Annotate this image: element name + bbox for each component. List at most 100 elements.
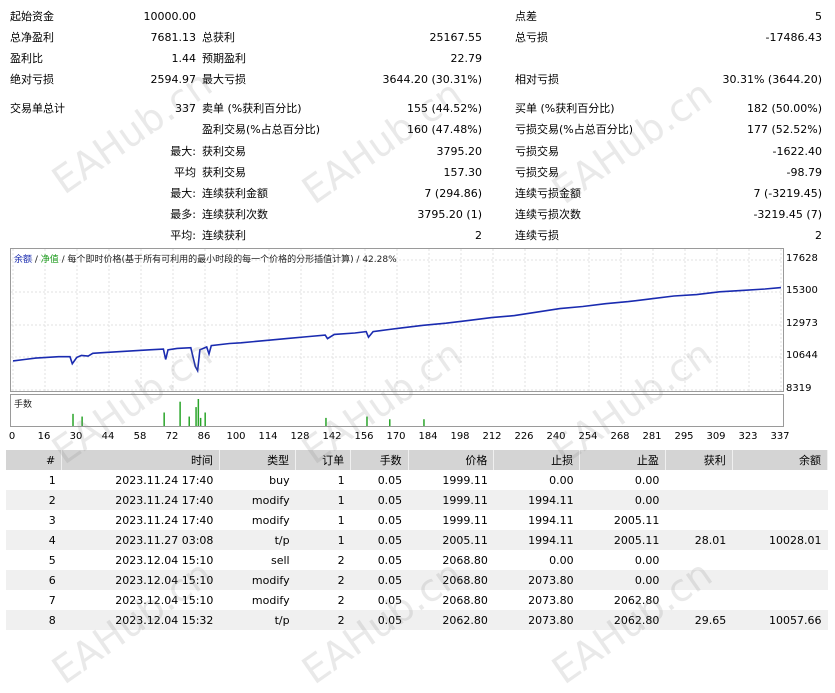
stat-value: 177 (52.52%) (746, 123, 822, 136)
table-row[interactable]: 6 2023.12.04 15:10 modify 2 0.05 2068.80 2073.… (6, 570, 828, 590)
stat-prefix: 最大: (170, 145, 196, 158)
stat-value: -1622.40 (772, 145, 822, 158)
table-cell: 2023.12.04 15:10 (115, 593, 214, 607)
stat-label: 连续亏损次数 (515, 208, 581, 221)
x-tick-label: 142 (322, 431, 342, 442)
stat-value: 2 (815, 229, 822, 242)
table-cell (665, 470, 732, 490)
column-header[interactable]: # (6, 450, 63, 470)
stat-value: 30.31% (3644.20) (722, 73, 822, 86)
stat-value: 7 (294.86) (424, 187, 482, 200)
volume-bar (423, 419, 425, 426)
x-tick-label: 337 (770, 431, 790, 442)
table-cell: 0.05 (350, 610, 409, 630)
column-header[interactable]: 价格 (408, 450, 495, 470)
stat-label: 买单 (%获利百分比) (515, 102, 615, 115)
x-tick-label: 86 (197, 431, 211, 442)
table-cell (732, 570, 828, 590)
table-cell: modify (251, 513, 290, 527)
x-tick-label: 226 (514, 431, 534, 442)
stat-value: -98.79 (786, 166, 822, 179)
table-row[interactable]: 7 2023.12.04 15:10 modify 2 0.05 2068.80 2073.… (6, 590, 828, 610)
table-cell: t/p (219, 530, 296, 550)
stat-label: 连续获利次数 (202, 208, 268, 221)
table-row[interactable]: 4 2023.11.27 03:08 t/p 1 0.05 2005.11 1994.11 2… (6, 530, 828, 550)
table-cell: 0.05 (350, 530, 409, 550)
stat-label: 总获利 (202, 31, 235, 44)
table-cell (732, 590, 827, 610)
table-cell: 2068.80 (442, 593, 488, 607)
volume-bar (188, 416, 190, 426)
table-cell: 2073.80 (493, 610, 580, 630)
table-cell: 2 (337, 553, 345, 567)
stat-value: 3795.20 (436, 145, 483, 158)
x-tick-label: 212 (482, 431, 502, 442)
column-header[interactable]: 止损 (493, 450, 581, 470)
legend-sep: / (32, 255, 41, 265)
stat-value: 337 (175, 102, 196, 115)
x-tick-label: 114 (258, 431, 278, 442)
table-row[interactable]: 3 2023.11.24 17:40 modify 1 0.05 1999.11 1994.… (6, 510, 828, 530)
x-tick-label: 170 (386, 431, 406, 442)
table-cell: 1999.11 (408, 490, 494, 510)
column-header[interactable]: 手数 (350, 450, 409, 470)
table-cell (732, 490, 828, 510)
volume-bar (389, 419, 391, 426)
stat-value: 182 (50.00%) (746, 102, 822, 115)
stat-label: 相对亏损 (515, 73, 559, 86)
column-header[interactable]: 时间 (61, 450, 220, 470)
stat-label: 起始资金 (10, 10, 54, 23)
column-header[interactable]: 余额 (732, 450, 829, 470)
volume-bar (325, 417, 327, 426)
table-cell: 0.05 (377, 553, 403, 567)
table-cell: 8 (6, 610, 62, 630)
summary-stats: 起始资金 10000.00 点差 5 总净盈利 7681.13 总获利 25167.55 总亏损… (0, 0, 835, 245)
table-row[interactable]: 5 2023.12.04 15:10 sell 2 0.05 2068.80 0.00 0.0… (6, 550, 828, 570)
stat-label: 绝对亏损 (10, 73, 54, 86)
stat-label: 亏损交易(%占总百分比) (515, 123, 634, 136)
stat-label: 交易单总计 (10, 102, 65, 115)
table-cell: 1 (48, 473, 56, 487)
table-cell: 10057.66 (732, 610, 828, 630)
balance-chart: 余额 / 净值 / 每个即时价格(基于所有可利用的最小时段的每一个价格的分形插值… (10, 248, 784, 392)
stat-value: 7681.13 (150, 31, 197, 44)
column-header[interactable]: 止盈 (579, 450, 666, 470)
stat-value: 2 (475, 229, 482, 242)
x-tick-label: 240 (546, 431, 566, 442)
x-tick-label: 128 (290, 431, 310, 442)
table-cell (665, 490, 733, 510)
x-tick-label: 268 (610, 431, 630, 442)
x-tick-label: 281 (642, 431, 662, 442)
column-header[interactable]: 类型 (219, 450, 297, 470)
table-row[interactable]: 1 2023.11.24 17:40 buy 1 0.05 1999.11 0.00 0.00 (6, 470, 828, 490)
stat-label: 总亏损 (515, 31, 548, 44)
stat-label: 连续亏损 (515, 229, 559, 242)
volume-bar (366, 416, 368, 426)
table-cell: 0.00 (549, 553, 574, 567)
table-cell: t/p (219, 610, 296, 630)
table-row[interactable]: 2 2023.11.24 17:40 modify 1 0.05 1999.11 1994.… (6, 490, 828, 510)
table-cell: 4 (6, 530, 62, 550)
x-tick-label: 295 (674, 431, 694, 442)
table-cell: modify (251, 593, 290, 607)
table-cell: 0.00 (634, 553, 660, 567)
volume-bar (72, 413, 74, 426)
stat-value: -17486.43 (765, 31, 822, 44)
stat-value: 22.79 (450, 52, 483, 65)
stat-label: 盈利交易(%占总百分比) (202, 123, 321, 136)
stat-value: 10000.00 (143, 10, 197, 23)
stat-label: 卖单 (%获利百分比) (202, 102, 302, 115)
table-cell: 2062.80 (579, 610, 666, 630)
x-tick-label: 100 (226, 431, 246, 442)
table-cell: 0.00 (549, 473, 574, 487)
x-tick-label: 44 (101, 431, 115, 442)
table-row[interactable]: 8 2023.12.04 15:32 t/p 2 0.05 2062.80 2073.80 2… (6, 610, 828, 630)
column-header[interactable]: 获利 (665, 450, 733, 470)
balance-chart-svg (11, 249, 783, 391)
table-cell: 0.05 (350, 570, 409, 590)
volume-bar (204, 412, 206, 426)
stat-label: 连续获利金额 (202, 187, 268, 200)
y-tick-label: 15300 (786, 285, 818, 296)
x-tick-label: 184 (418, 431, 438, 442)
column-header[interactable]: 订单 (295, 450, 352, 470)
